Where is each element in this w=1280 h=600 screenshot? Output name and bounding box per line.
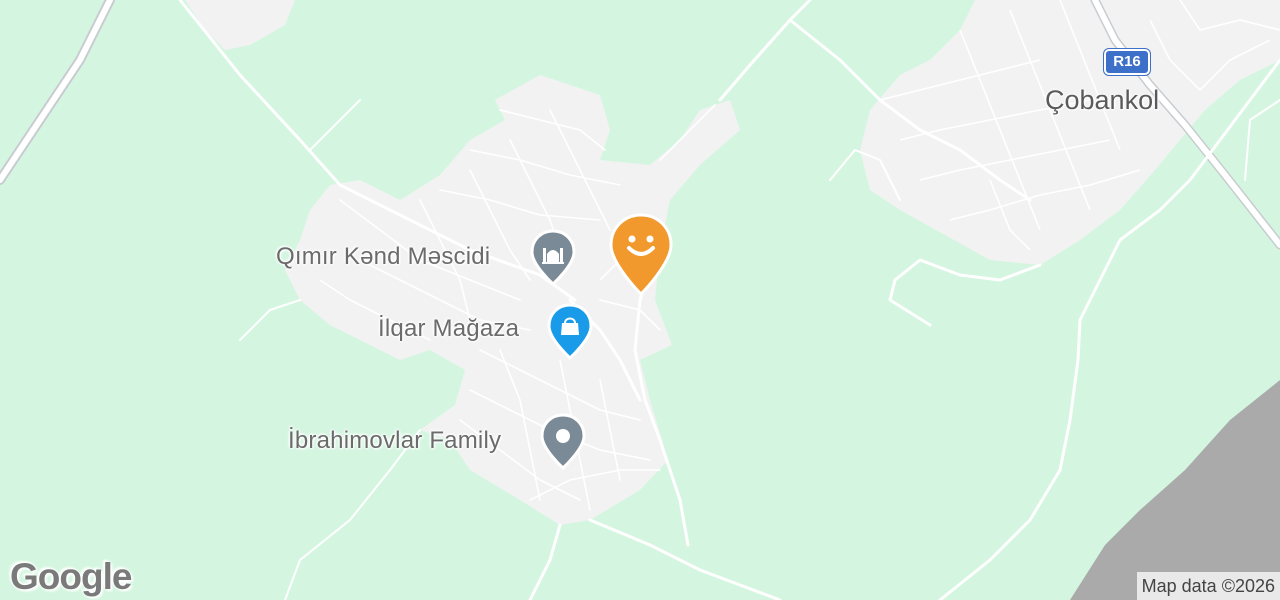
place-label-mosque[interactable]: Qımır Kənd Məscidi: [276, 243, 490, 271]
user-location-marker[interactable]: [607, 212, 675, 298]
map-attribution[interactable]: Map data ©2026: [1136, 572, 1280, 600]
mosque-icon: [542, 248, 564, 264]
google-logo[interactable]: Google: [10, 556, 132, 598]
family-place-pin[interactable]: [539, 413, 587, 471]
road-shield-r16: R16: [1104, 49, 1150, 75]
place-label-shop[interactable]: İlqar Mağaza: [378, 315, 519, 343]
place-dot-icon: [556, 429, 570, 443]
mosque-pin[interactable]: [529, 229, 577, 287]
place-label-family[interactable]: İbrahimovlar Family: [288, 427, 501, 455]
shop-pin[interactable]: [546, 303, 594, 361]
city-label: Çobankol: [1045, 85, 1160, 115]
